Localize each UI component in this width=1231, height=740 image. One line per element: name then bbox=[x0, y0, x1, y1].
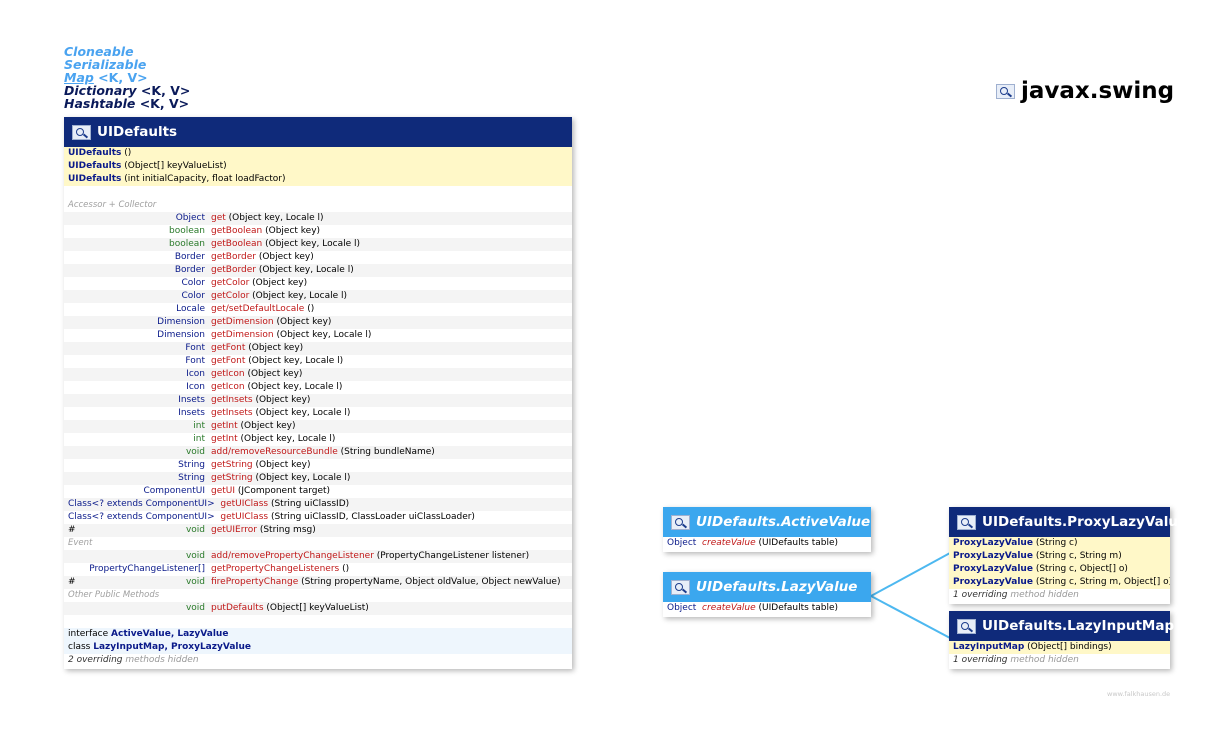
constructor-row[interactable]: UIDefaults (Object[] keyValueList) bbox=[64, 160, 572, 173]
class-box-activevalue: UIDefaults.ActiveValue Object createValu… bbox=[663, 507, 871, 552]
constructor-row[interactable]: LazyInputMap (Object[] bindings) bbox=[949, 641, 1170, 654]
class-box-lazyvalue: UIDefaults.LazyValue Object createValue … bbox=[663, 572, 871, 617]
method-row[interactable]: Class<? extends ComponentUI> getUIClass … bbox=[64, 511, 572, 524]
class-box-uidefaults: UIDefaults UIDefaults () UIDefaults (Obj… bbox=[64, 117, 572, 669]
class-icon bbox=[957, 618, 976, 634]
class-icon bbox=[72, 124, 91, 140]
inner-types-row[interactable]: class LazyInputMap, ProxyLazyValue bbox=[64, 641, 572, 654]
method-row[interactable]: Dimension getDimension (Object key, Local… bbox=[64, 329, 572, 342]
method-row[interactable]: boolean getBoolean (Object key) bbox=[64, 225, 572, 238]
method-row[interactable]: ComponentUI getUI (JComponent target) bbox=[64, 485, 572, 498]
constructor-row[interactable]: ProxyLazyValue (String c, String m) bbox=[949, 550, 1170, 563]
method-row[interactable]: Color getColor (Object key, Locale l) bbox=[64, 290, 572, 303]
method-row[interactable]: Object createValue (UIDefaults table) bbox=[663, 602, 871, 615]
method-row[interactable]: String getString (Object key) bbox=[64, 459, 572, 472]
method-row[interactable]: Font getFont (Object key, Locale l) bbox=[64, 355, 572, 368]
connector-proxy bbox=[870, 552, 951, 597]
method-row[interactable]: Font getFont (Object key) bbox=[64, 342, 572, 355]
method-row[interactable]: String getString (Object key, Locale l) bbox=[64, 472, 572, 485]
method-row[interactable]: int getInt (Object key, Locale l) bbox=[64, 433, 572, 446]
class-icon bbox=[957, 514, 976, 530]
method-row[interactable]: Color getColor (Object key) bbox=[64, 277, 572, 290]
interface-icon bbox=[671, 514, 690, 530]
constructor-row[interactable]: ProxyLazyValue (String c, String m, Obje… bbox=[949, 576, 1170, 589]
method-row[interactable]: Insets getInsets (Object key) bbox=[64, 394, 572, 407]
method-row[interactable]: void putDefaults (Object[] keyValueList) bbox=[64, 602, 572, 615]
class-header[interactable]: UIDefaults.LazyInputMap bbox=[949, 611, 1174, 641]
method-row[interactable]: Icon getIcon (Object key, Locale l) bbox=[64, 381, 572, 394]
section-label: Accessor + Collector bbox=[68, 200, 157, 210]
interface-icon bbox=[671, 579, 690, 595]
method-row[interactable]: Object createValue (UIDefaults table) bbox=[663, 537, 871, 550]
method-row[interactable]: Border getBorder (Object key) bbox=[64, 251, 572, 264]
interface-header[interactable]: UIDefaults.LazyValue bbox=[663, 572, 871, 602]
method-row[interactable]: int getInt (Object key) bbox=[64, 420, 572, 433]
footer-credit[interactable]: www.falkhausen.de bbox=[1107, 690, 1170, 698]
inner-types-row[interactable]: interface ActiveValue, LazyValue bbox=[64, 628, 572, 641]
class-box-lazyinputmap: UIDefaults.LazyInputMap LazyInputMap (Ob… bbox=[949, 611, 1174, 669]
method-row[interactable]: void add/removeResourceBundle (String bun… bbox=[64, 446, 572, 459]
constructor-row[interactable]: ProxyLazyValue (String c, Object[] o) bbox=[949, 563, 1170, 576]
class-title: UIDefaults.LazyInputMap bbox=[982, 618, 1175, 634]
hidden-methods-note: 1 overriding method hidden bbox=[953, 590, 1079, 600]
method-row[interactable]: boolean getBoolean (Object key, Locale l) bbox=[64, 238, 572, 251]
hidden-methods-note: 1 overriding method hidden bbox=[953, 655, 1079, 665]
class-title: UIDefaults.ProxyLazyValue bbox=[982, 514, 1188, 530]
section-label: Event bbox=[68, 538, 93, 548]
interface-title: UIDefaults.LazyValue bbox=[696, 579, 858, 595]
method-row[interactable]: Object get (Object key, Locale l) bbox=[64, 212, 572, 225]
interface-header[interactable]: UIDefaults.ActiveValue bbox=[663, 507, 871, 537]
constructor-row[interactable]: UIDefaults (int initialCapacity, float l… bbox=[64, 173, 572, 186]
method-row[interactable]: Border getBorder (Object key, Locale l) bbox=[64, 264, 572, 277]
method-row[interactable]: Class<? extends ComponentUI> getUIClass … bbox=[64, 498, 572, 511]
class-box-proxylazyvalue: UIDefaults.ProxyLazyValue ProxyLazyValue… bbox=[949, 507, 1187, 604]
class-header[interactable]: UIDefaults bbox=[64, 117, 572, 147]
method-row[interactable]: # void firePropertyChange (String property… bbox=[64, 576, 572, 589]
connector-inputmap bbox=[870, 595, 951, 639]
interface-title: UIDefaults.ActiveValue bbox=[696, 514, 871, 530]
method-row[interactable]: Locale get/setDefaultLocale () bbox=[64, 303, 572, 316]
method-row[interactable]: void add/removePropertyChangeListener (Pr… bbox=[64, 550, 572, 563]
class-header[interactable]: UIDefaults.ProxyLazyValue bbox=[949, 507, 1187, 537]
method-row[interactable]: # void getUIError (String msg) bbox=[64, 524, 572, 537]
constructor-row[interactable]: ProxyLazyValue (String c) bbox=[949, 537, 1170, 550]
class-title: UIDefaults bbox=[97, 124, 178, 140]
section-label: Other Public Methods bbox=[68, 590, 160, 600]
method-row[interactable]: Icon getIcon (Object key) bbox=[64, 368, 572, 381]
method-row[interactable]: PropertyChangeListener[] getPropertyChang… bbox=[64, 563, 572, 576]
method-list: Object get (Object key, Locale l) boolean g… bbox=[64, 212, 572, 498]
method-row[interactable]: Insets getInsets (Object key, Locale l) bbox=[64, 407, 572, 420]
constructor-row[interactable]: UIDefaults () bbox=[64, 147, 572, 160]
method-row[interactable]: Dimension getDimension (Object key) bbox=[64, 316, 572, 329]
hidden-methods-note: 2 overriding methods hidden bbox=[68, 655, 199, 665]
